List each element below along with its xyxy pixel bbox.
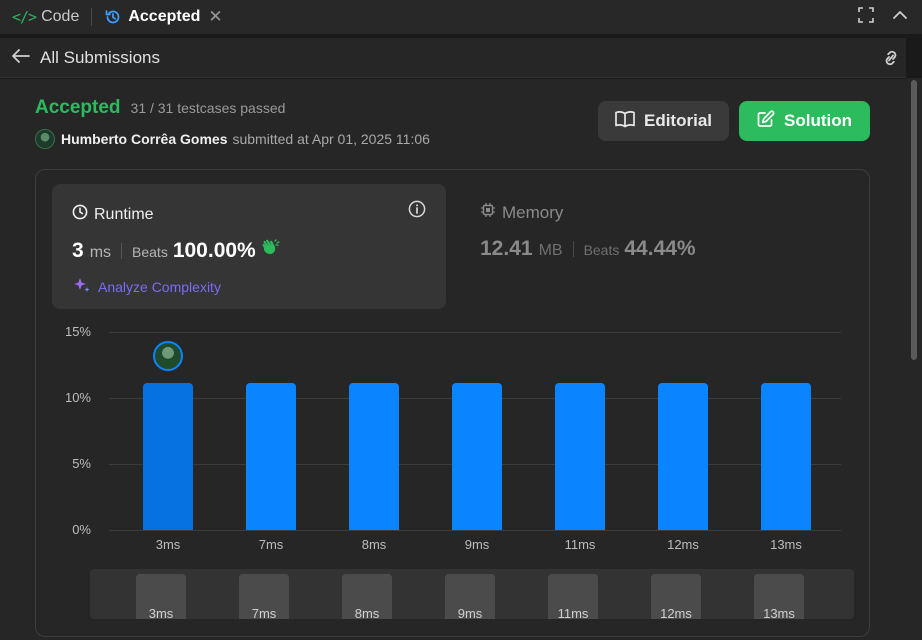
tab-code-label: Code — [41, 8, 80, 25]
runtime-panel[interactable]: Runtime 3 ms Beats 100.00% Analyze Compl… — [52, 184, 446, 309]
user-position-avatar — [153, 341, 183, 372]
testcases-passed: 31 / 31 testcases passed — [130, 100, 286, 116]
clapping-hands-icon — [260, 239, 280, 262]
y-tick-label: 0% — [72, 522, 91, 537]
book-icon — [615, 110, 635, 133]
submission-header: All Submissions — [0, 38, 906, 78]
all-submissions-link[interactable]: All Submissions — [12, 47, 160, 68]
y-tick-label: 15% — [64, 324, 91, 339]
chart-bar[interactable] — [761, 383, 811, 530]
runtime-distribution-chart: 0% 5% 10% 15% 3ms 7ms 8ms 9ms 11ms 12ms 13ms — [36, 320, 871, 560]
status-line: Accepted 31 / 31 testcases passed — [35, 97, 285, 119]
mini-bar-label: 3ms — [148, 606, 174, 619]
author-name[interactable]: Humberto Corrêa Gomes — [61, 131, 227, 147]
x-tick-label: 11ms — [564, 537, 596, 552]
y-tick-label: 10% — [64, 390, 91, 405]
memory-beats-value: 44.44% — [624, 237, 696, 260]
grid-line — [109, 530, 841, 531]
mini-bar-label: 12ms — [660, 606, 692, 619]
chip-icon — [480, 202, 496, 223]
x-tick-label: 7ms — [258, 537, 284, 552]
distribution-range-selector[interactable]: 3ms 7ms 8ms 9ms 11ms 12ms 13ms — [90, 569, 854, 619]
submitted-at: submitted at Apr 01, 2025 11:06 — [232, 131, 430, 147]
chart-bar[interactable] — [349, 383, 399, 530]
runtime-unit: ms — [89, 244, 112, 261]
x-tick-label: 13ms — [770, 537, 802, 552]
all-submissions-label: All Submissions — [40, 47, 160, 67]
info-icon[interactable] — [408, 200, 426, 223]
chart-bar[interactable] — [143, 383, 193, 530]
scrollbar[interactable] — [906, 78, 922, 640]
chart-bar[interactable] — [452, 383, 502, 530]
status-title: Accepted — [35, 97, 121, 118]
sparkle-icon — [72, 276, 92, 297]
arrow-left-icon — [12, 47, 30, 68]
solution-label: Solution — [784, 111, 852, 130]
collapse-icon[interactable] — [892, 7, 908, 28]
y-tick-label: 5% — [72, 456, 91, 471]
tab-accepted-label: Accepted — [128, 8, 201, 25]
editorial-button[interactable]: Editorial — [598, 101, 729, 141]
memory-label: Memory — [502, 202, 564, 222]
memory-beats-label: Beats — [583, 242, 620, 258]
history-icon — [104, 8, 122, 26]
x-tick-label: 12ms — [667, 537, 699, 552]
memory-title: Memory — [480, 202, 696, 223]
scrollbar-thumb[interactable] — [911, 80, 917, 360]
divider — [121, 243, 123, 259]
runtime-title: Runtime — [72, 204, 154, 225]
chart-bar[interactable] — [246, 383, 296, 530]
close-tab-icon[interactable]: ✕ — [208, 7, 222, 27]
memory-values: 12.41 MB Beats 44.44% — [480, 237, 696, 261]
editorial-label: Editorial — [643, 111, 712, 130]
memory-value: 12.41 — [480, 237, 533, 260]
mini-bar-label: 11ms — [557, 606, 589, 619]
analyze-complexity-label: Analyze Complexity — [98, 278, 221, 295]
analyze-complexity-link[interactable]: Analyze Complexity — [72, 276, 221, 297]
runtime-values: 3 ms Beats 100.00% — [72, 239, 280, 263]
maximize-icon[interactable] — [858, 6, 874, 28]
memory-panel[interactable]: Memory 12.41 MB Beats 44.44% — [480, 202, 696, 261]
mini-bar-label: 8ms — [354, 606, 380, 619]
memory-unit: MB — [538, 242, 563, 259]
submission-detail: Accepted 31 / 31 testcases passed Humber… — [0, 79, 906, 640]
tab-code[interactable]: </> Code — [0, 0, 85, 34]
tab-accepted[interactable]: Accepted ✕ — [98, 0, 228, 34]
code-icon: </> — [12, 8, 37, 26]
chart-bar[interactable] — [658, 383, 708, 530]
runtime-label: Runtime — [94, 205, 154, 223]
x-tick-label: 9ms — [464, 537, 490, 552]
tab-actions — [858, 0, 908, 34]
mini-bar-label: 9ms — [457, 606, 483, 619]
tab-divider — [91, 8, 93, 26]
avatar[interactable] — [35, 129, 55, 149]
author-line: Humberto Corrêa Gomes submitted at Apr 0… — [35, 129, 430, 149]
clock-icon — [72, 204, 88, 225]
mini-bar-label: 7ms — [251, 606, 277, 619]
solution-button[interactable]: Solution — [739, 101, 870, 141]
grid-line — [109, 332, 841, 333]
mini-bar-label: 13ms — [763, 606, 795, 619]
x-tick-label: 3ms — [155, 537, 181, 552]
runtime-beats-label: Beats — [132, 244, 168, 260]
x-tick-label: 8ms — [361, 537, 387, 552]
chart-bar[interactable] — [555, 383, 605, 530]
share-link-icon[interactable] — [880, 48, 902, 73]
runtime-value: 3 — [72, 239, 84, 262]
runtime-beats-value: 100.00% — [172, 239, 256, 262]
performance-card: Runtime 3 ms Beats 100.00% Analyze Compl… — [35, 169, 870, 637]
divider — [572, 241, 574, 257]
tab-bar: </> Code Accepted ✕ — [0, 0, 922, 34]
edit-icon — [757, 109, 775, 133]
